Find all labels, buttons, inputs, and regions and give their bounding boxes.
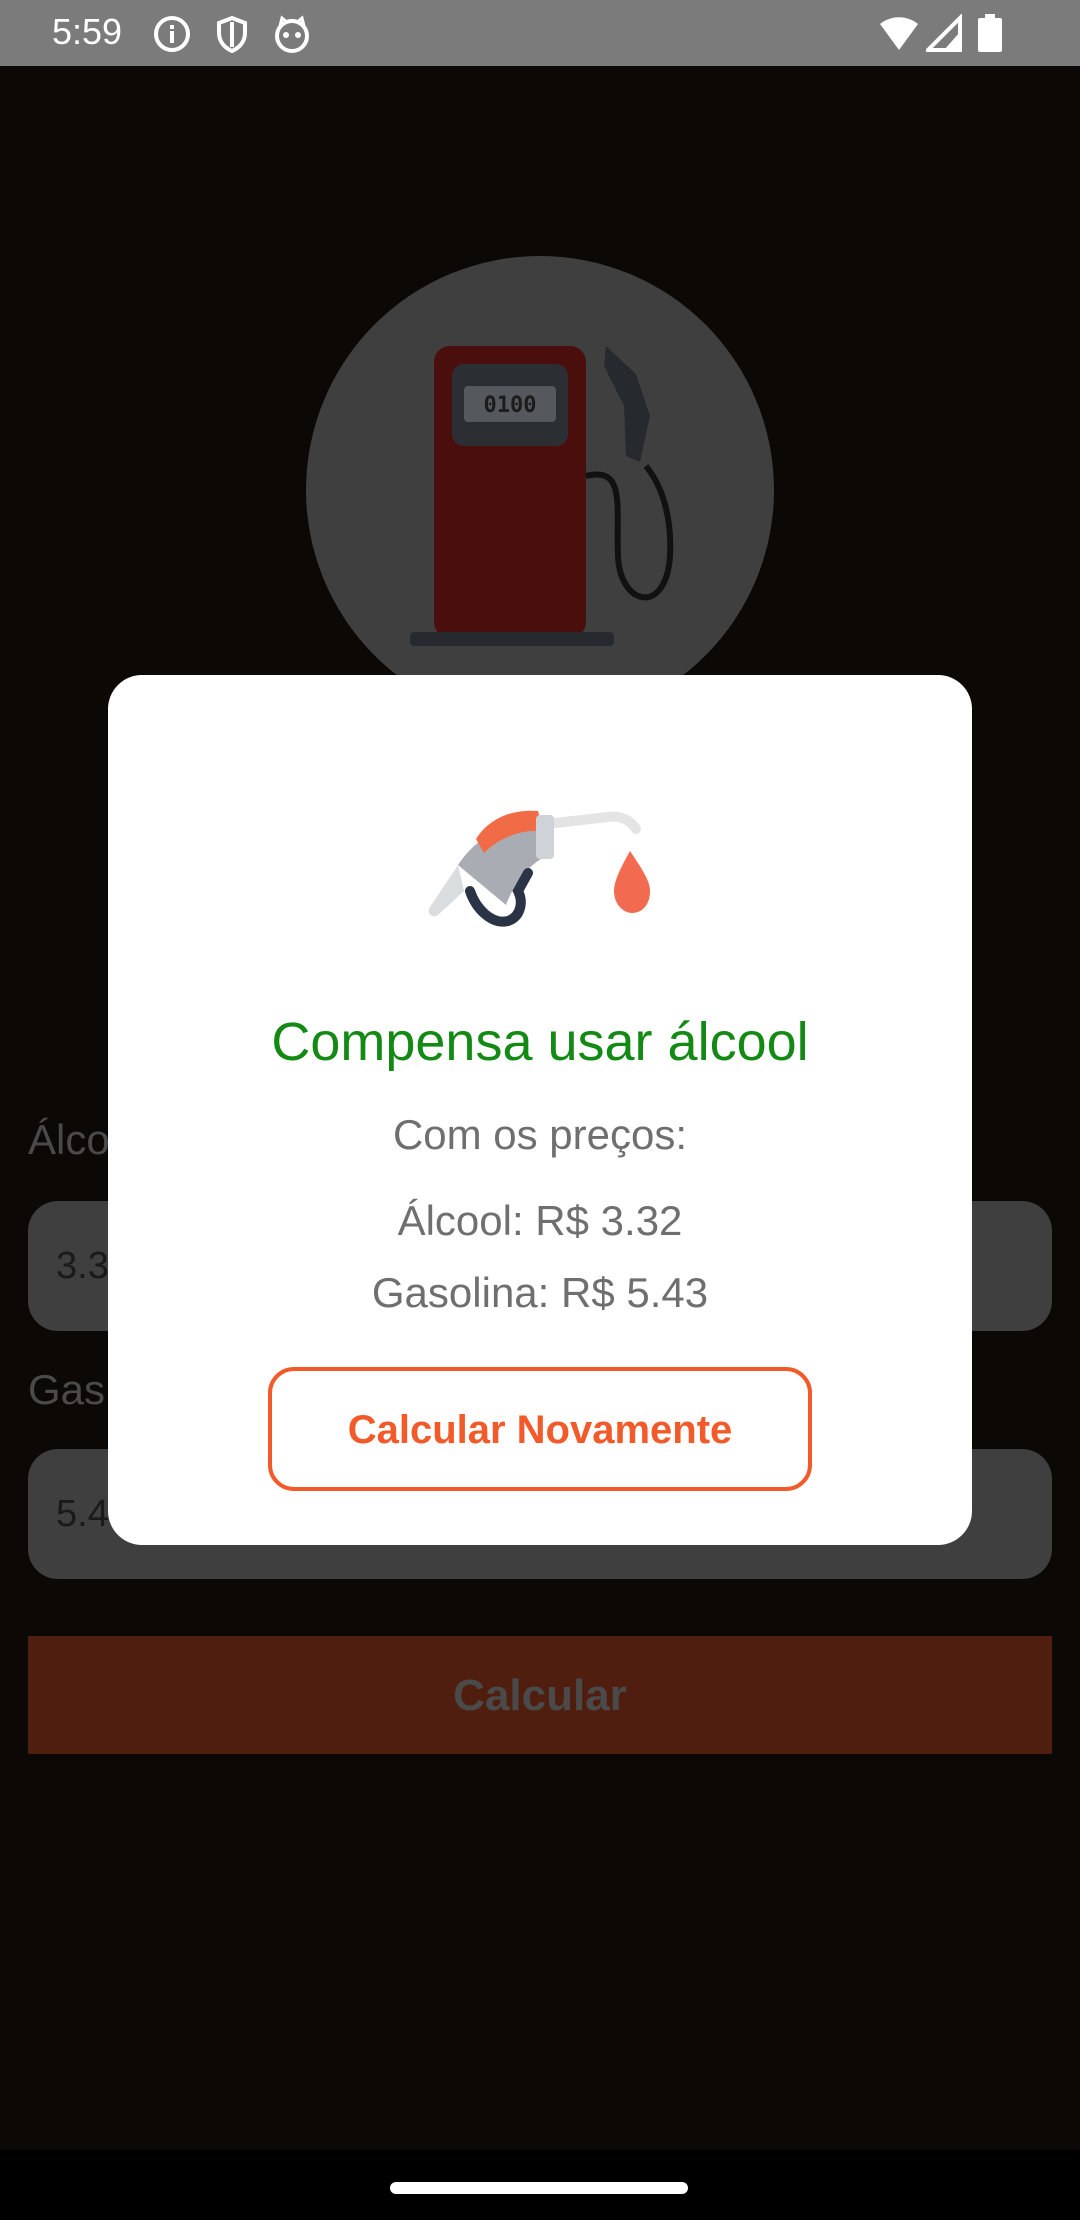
cat-face-icon <box>275 15 309 53</box>
gasoline-price-result: Gasolina: R$ 5.43 <box>371 1269 709 1316</box>
gasoline-label: Gas <box>28 1366 106 1413</box>
result-dialog: Compensa usar álcool Com os preços: Álco… <box>108 675 972 1545</box>
navigation-bar <box>0 2150 1080 2220</box>
fuel-pump-icon: 0100 <box>410 346 674 646</box>
shield-icon <box>217 15 247 54</box>
wifi-icon <box>880 17 918 50</box>
dialog-subtitle: Com os preços: <box>392 1111 688 1158</box>
pump-counter: 0100 <box>484 393 537 418</box>
status-bar: 5:59 <box>0 0 1080 66</box>
status-time: 5:59 <box>52 11 123 52</box>
alcohol-price-result: Álcool: R$ 3.32 <box>397 1197 683 1244</box>
fuel-nozzle-drop-icon <box>428 810 650 927</box>
battery-icon <box>978 14 1002 52</box>
fuel-pump-logo: 0100 <box>306 256 774 724</box>
calculate-again-button[interactable]: Calcular Novamente <box>268 1367 812 1491</box>
home-gesture-handle[interactable] <box>390 2182 688 2194</box>
signal-icon <box>926 14 962 52</box>
info-icon <box>154 16 190 52</box>
dialog-title: Compensa usar álcool <box>271 1012 809 1072</box>
calculate-button[interactable]: Calcular <box>28 1636 1052 1754</box>
